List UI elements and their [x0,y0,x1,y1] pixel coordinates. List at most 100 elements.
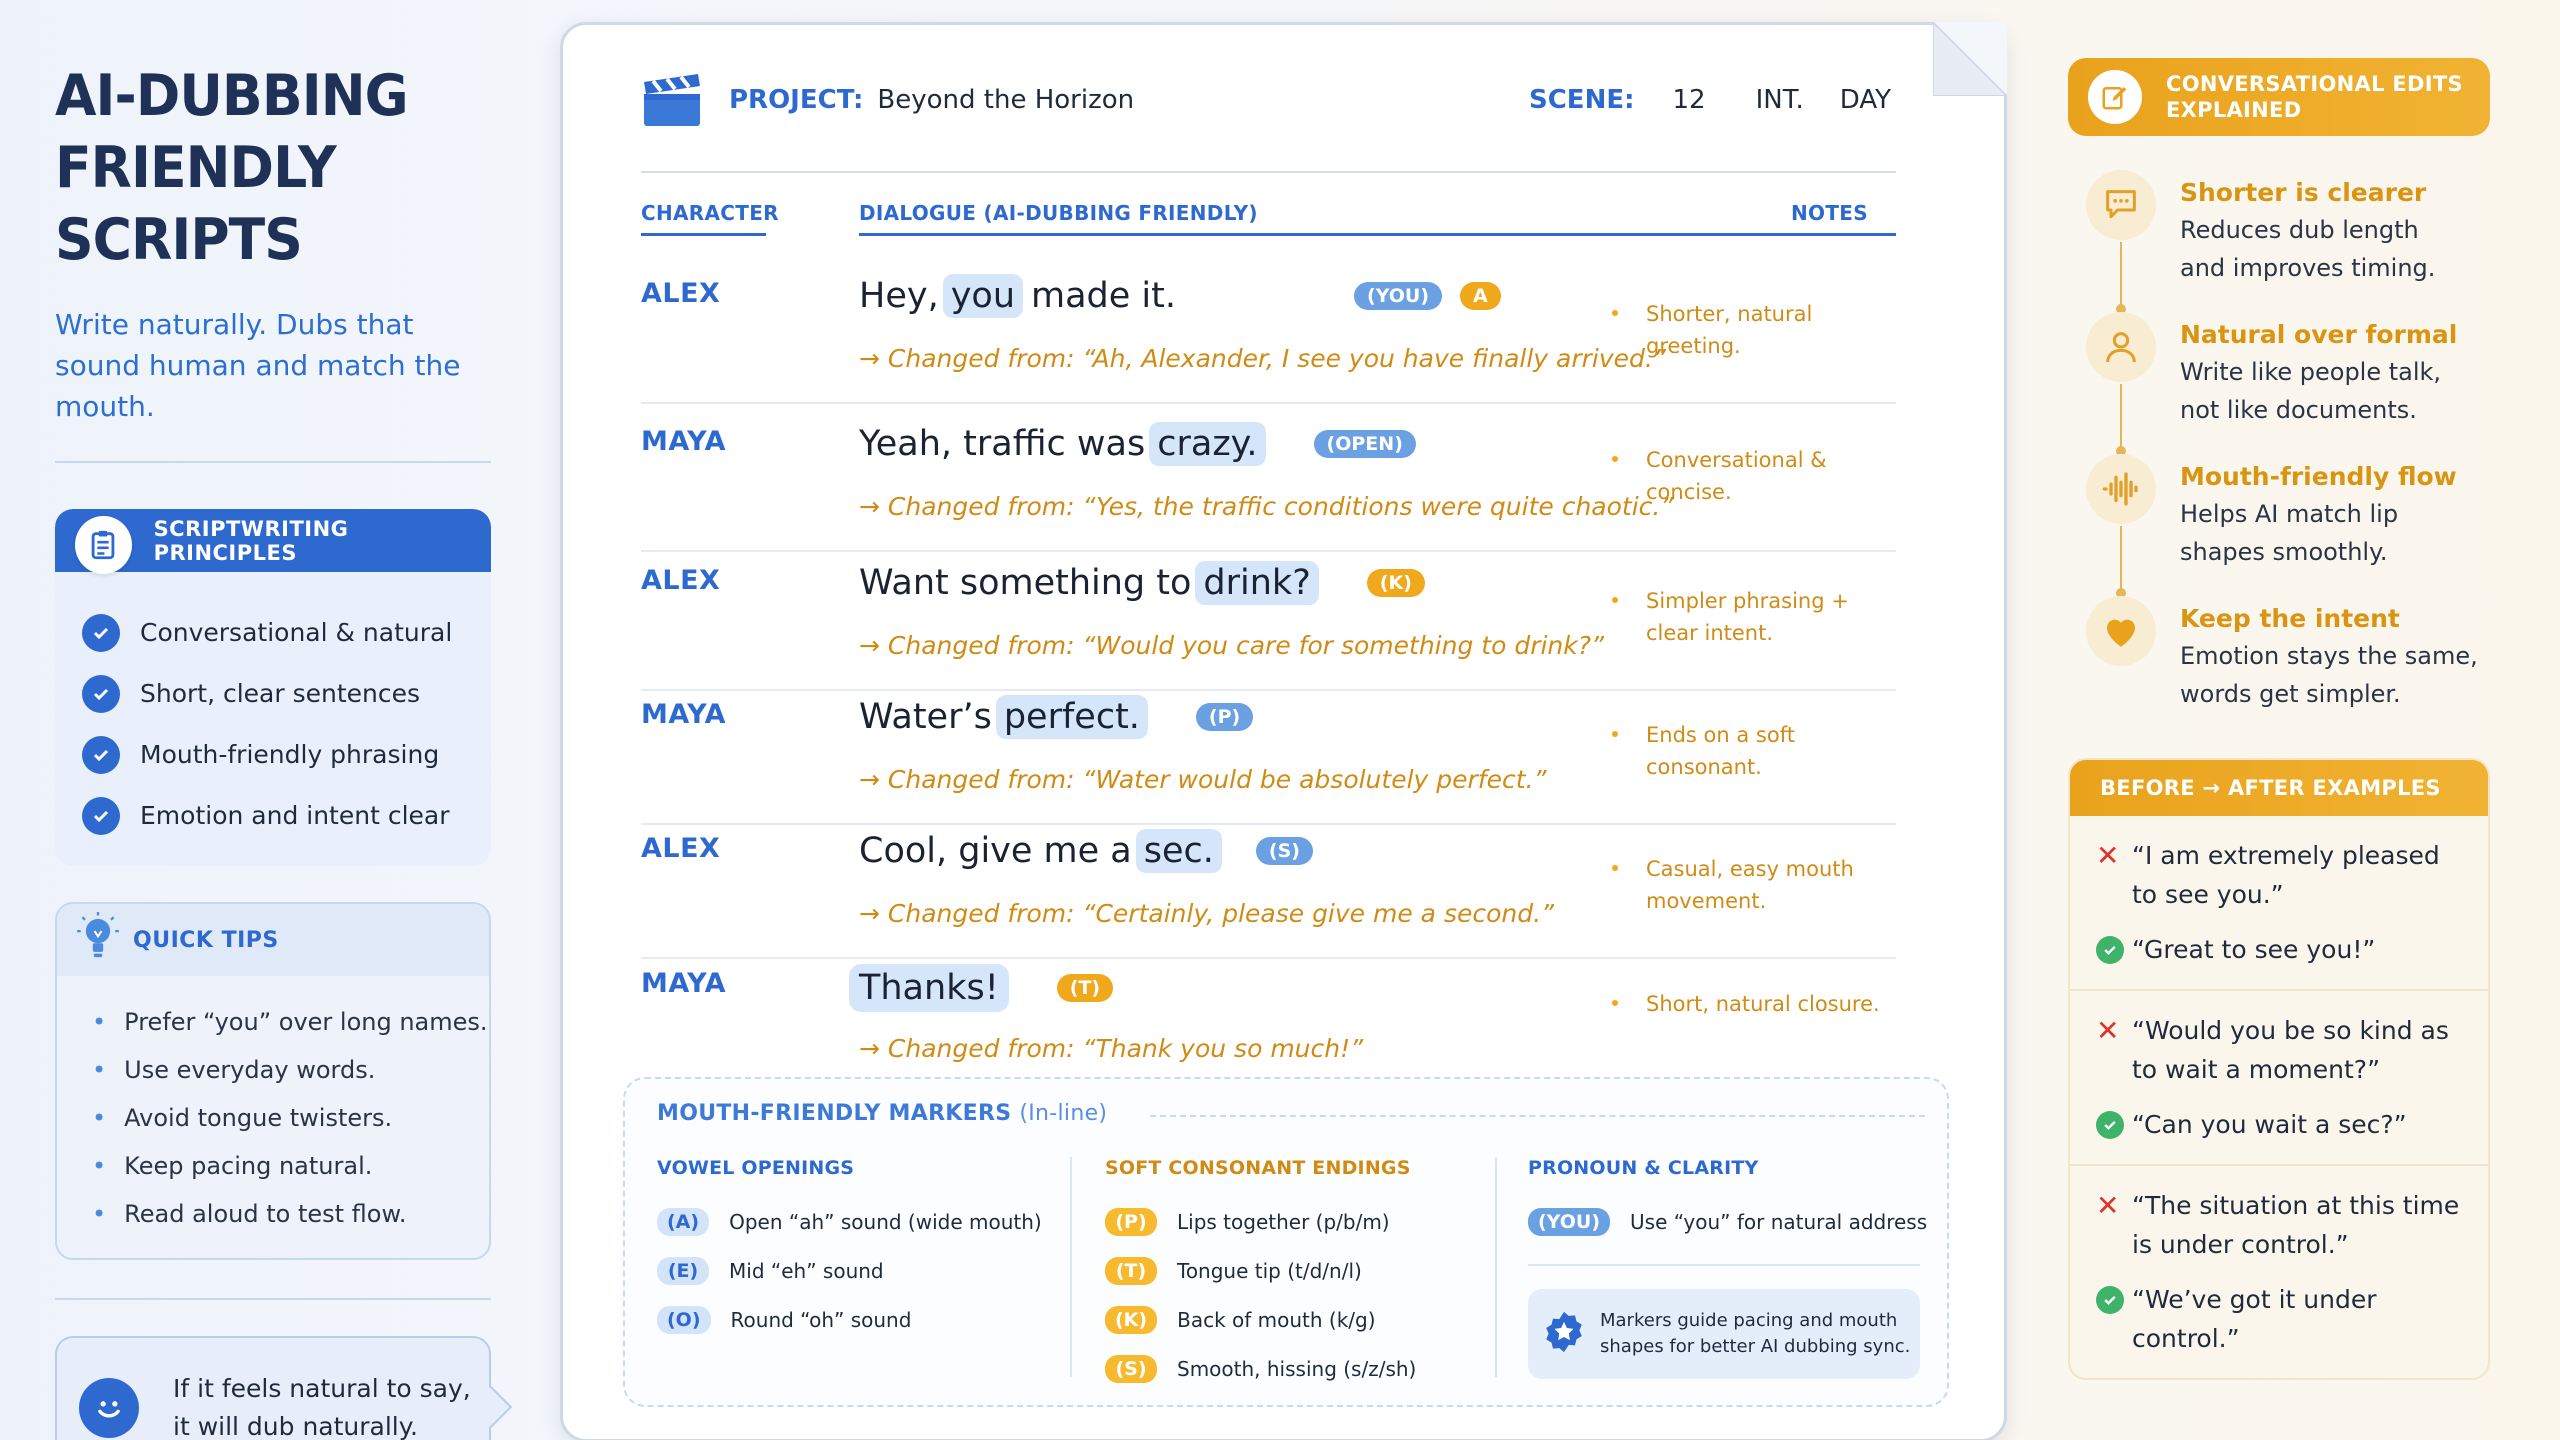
marker-desc: Round “oh” sound [730,1307,912,1332]
edit-desc: Reduces dub length and improves timing. [2180,216,2436,282]
edit-desc: Write like people talk, not like documen… [2180,358,2442,424]
marker-row: (K) Back of mouth (k/g) [1105,1295,1416,1344]
dialogue-line: Yeah, traffic was crazy. (OPEN) [859,422,1416,466]
soft-consonant-title: SOFT CONSONANT ENDINGS [1105,1157,1411,1179]
principle-item: Short, clear sentences [82,663,491,724]
principles-header: SCRIPTWRITING PRINCIPLES [55,509,491,574]
check-icon [82,796,120,835]
marker-tag: (S) [1255,837,1313,865]
marker-row: (A) Open “ah” sound (wide mouth) [657,1197,1042,1246]
pronoun-clarity-title: PRONOUN & CLARITY [1528,1157,1759,1179]
column-header-notes: NOTES [1791,201,1868,225]
lightbulb-icon [77,912,119,968]
before-example: ✕ “The situation at this time is under co… [2096,1186,2464,1264]
edit-item: Keep the intent Emotion stays the same, w… [2068,586,2490,728]
divider [55,1298,491,1300]
guide-divider [1528,1264,1920,1266]
principles-list: Conversational & natural Short, clear se… [55,572,491,866]
column-underline [641,233,766,236]
check-icon [2096,1111,2124,1139]
highlighted-word: drink? [1195,561,1319,605]
quote-text: If it feels natural to say, it will dub … [173,1374,471,1440]
dialogue-text: made it. [1031,276,1177,316]
dialogue-row: ALEX Cool, give me a sec. (S) → Changed from… [641,815,1896,959]
principle-label: Mouth-friendly phrasing [140,740,440,769]
after-example: “Great to see you!” [2096,930,2464,969]
dialogue-line: Water’s perfect. (P) [859,695,1254,739]
after-example: “We’ve got it under control.” [2096,1280,2464,1358]
tip-item: Use everyday words. [92,1046,489,1094]
heart-icon [2086,596,2156,666]
column-separator [1070,1157,1072,1377]
edit-item: Natural over formal Write like people tal… [2068,302,2490,456]
note-text: Short, natural closure. [1612,988,1886,1020]
pronoun-clarity-column: PRONOUN & CLARITY (YOU) Use “you” for nat… [1528,1157,1927,1246]
column-underline [859,233,1896,236]
character-name: MAYA [641,699,727,730]
chat-icon [2086,170,2156,240]
highlighted-word: you [942,274,1024,318]
project-label: PROJECT: [729,85,864,115]
scene-info: SCENE: 12 INT. DAY [1529,85,1891,115]
smiley-icon [79,1378,139,1438]
principles-card: SCRIPTWRITING PRINCIPLES Conversational … [55,509,491,866]
marker-row: (T) Tongue tip (t/d/n/l) [1105,1246,1416,1295]
principle-label: Short, clear sentences [140,679,421,708]
person-icon [2086,312,2156,382]
timeline-connector [2116,526,2126,598]
principle-label: Emotion and intent clear [140,801,450,830]
check-icon [82,674,120,713]
before-text: “I am extremely pleased to see you.” [2132,841,2440,909]
quote-bubble: If it feels natural to say, it will dub … [55,1336,491,1440]
markers-title: MOUTH-FRIENDLY MARKERS (In-line) [657,1101,1107,1126]
tips-list: Prefer “you” over long names. Use everyd… [57,976,489,1238]
note-text: Casual, easy mouth movement. [1612,853,1886,917]
marker-desc: Smooth, hissing (s/z/sh) [1177,1356,1417,1381]
marker-tag: A [1460,282,1501,310]
dialogue-text: Want something to [859,563,1192,603]
marker-desc: Use “you” for natural address [1630,1209,1928,1234]
marker-tag: (E) [657,1256,709,1285]
example-group: ✕ “The situation at this time is under co… [2070,1166,2488,1378]
edit-title: Shorter is clearer [2180,178,2427,207]
before-after-title: BEFORE → AFTER EXAMPLES [2070,760,2488,816]
page-subtitle: Write naturally. Dubs that sound human a… [55,308,461,423]
edit-title: Mouth-friendly flow [2180,462,2457,491]
soundwave-icon [2086,454,2156,524]
edit-item: Shorter is clearer Reduces dub length and… [2068,160,2490,314]
column-header-character: CHARACTER [641,201,779,225]
badge-star-icon [1542,1310,1586,1358]
header-divider [641,171,1896,173]
page-fold-corner [1933,22,2007,96]
character-name: ALEX [641,833,721,864]
project-name: Beyond the Horizon [877,85,1135,115]
page-title: AI-DUBBING FRIENDLY SCRIPTS [55,63,409,273]
row-divider [641,402,1896,404]
note-text: Simpler phrasing + clear intent. [1612,585,1886,649]
marker-tag: (T) [1105,1256,1157,1285]
changed-from-text: → Changed from: “Would you care for some… [859,631,1604,660]
dialogue-text: Hey, [859,276,939,316]
example-group: ✕ “Would you be so kind as to wait a mome… [2070,991,2488,1166]
guide-text: Markers guide pacing and mouth shapes fo… [1600,1310,1911,1357]
script-page: PROJECT: Beyond the Horizon SCENE: 12 IN… [560,22,2007,1440]
character-name: MAYA [641,426,727,457]
marker-row: (S) Smooth, hissing (s/z/sh) [1105,1344,1416,1393]
before-after-card: BEFORE → AFTER EXAMPLES ✕ “I am extremely… [2068,758,2490,1380]
marker-tag: (O) [657,1305,711,1334]
scene-location-type: INT. [1755,85,1804,115]
tip-item: Avoid tongue twisters. [92,1094,489,1142]
clipboard-icon [75,515,132,574]
dialogue-row: ALEX Want something to drink? (K) → Changed … [641,547,1896,691]
marker-tag: (S) [1105,1354,1157,1383]
left-panel: AI-DUBBING FRIENDLY SCRIPTS Write natura… [55,60,491,1440]
edit-title: Natural over formal [2180,320,2458,349]
clapperboard-icon [644,74,700,126]
principles-title: SCRIPTWRITING PRINCIPLES [153,516,349,565]
before-text: “Would you be so kind as to wait a momen… [2132,1016,2449,1084]
check-icon [2096,1286,2124,1314]
marker-desc: Lips together (p/b/m) [1177,1209,1390,1234]
marker-desc: Open “ah” sound (wide mouth) [729,1209,1042,1234]
vowel-openings-column: VOWEL OPENINGS (A) Open “ah” sound (wide … [657,1157,1042,1344]
check-icon [82,735,120,774]
